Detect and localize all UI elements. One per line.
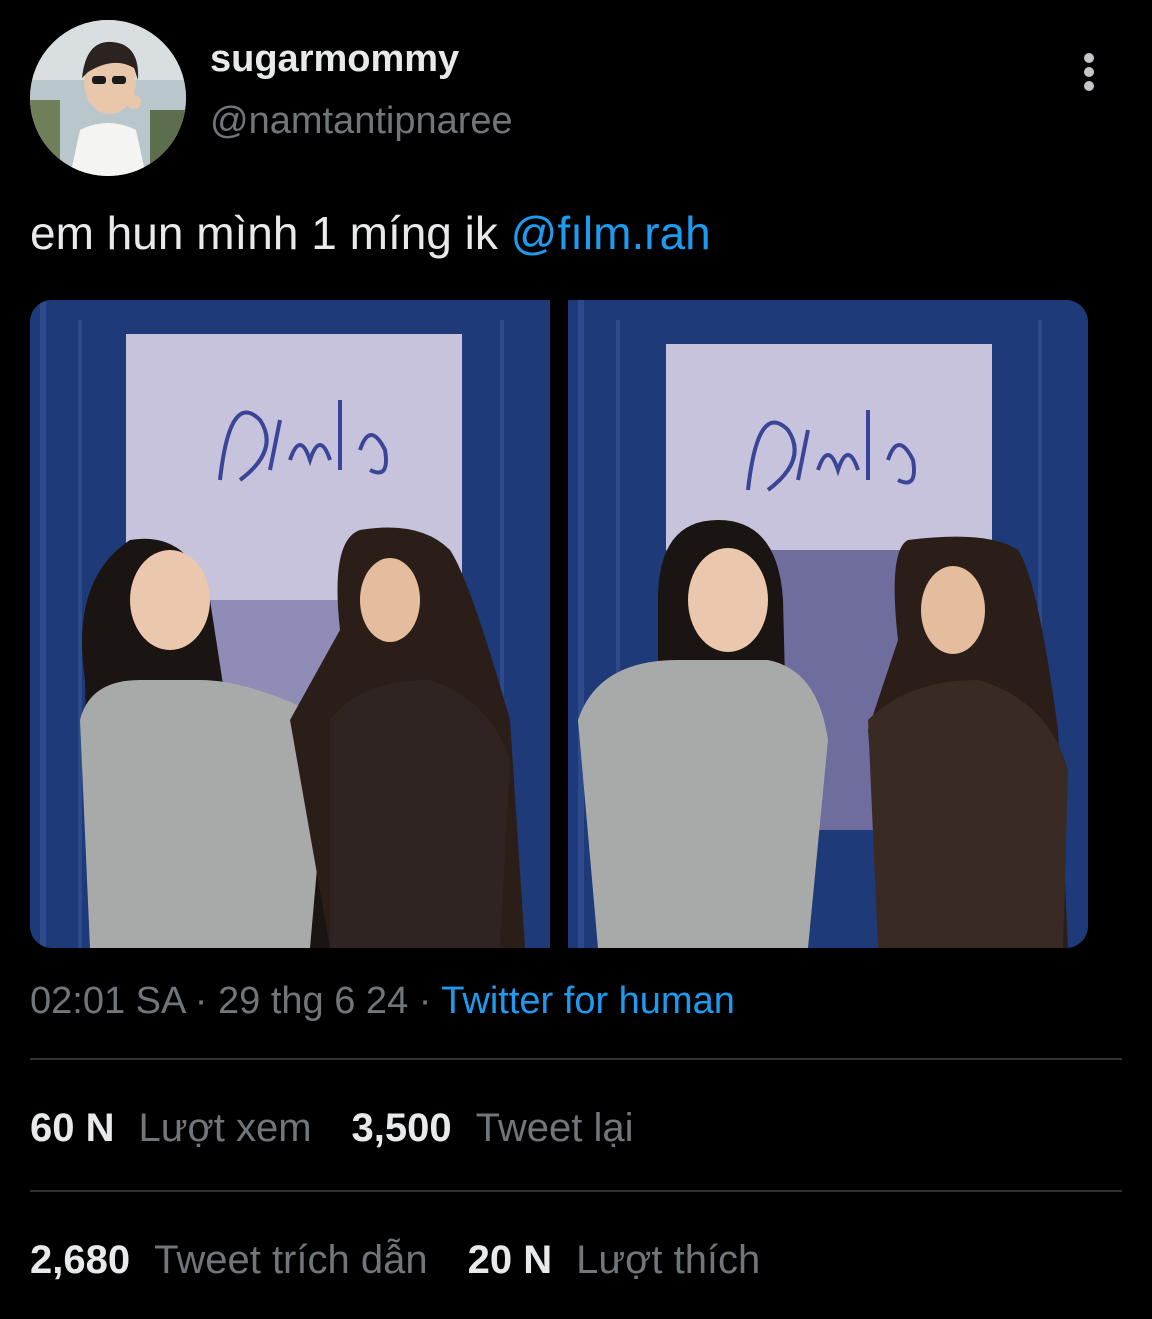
photo-image [568,300,1088,948]
retweets-count: 3,500 [351,1106,452,1150]
tweet-media [30,300,1088,948]
media-photo-1[interactable] [30,300,550,948]
quotes-label: Tweet trích dẫn [154,1238,428,1282]
user-handle[interactable]: @namtantipnaree [210,100,513,143]
retweets-label: Tweet lại [475,1106,634,1150]
stats-row-1: 60 N Lượt xem 3,500 Tweet lại [30,1106,674,1151]
likes-count: 20 N [467,1238,553,1282]
photo-image [30,300,550,948]
divider [30,1058,1122,1060]
display-name[interactable]: sugarmommy [210,38,459,81]
mention-link[interactable]: @fılm.rah [511,207,711,259]
meta-separator: · [408,980,442,1022]
stats-row-2: 2,680 Tweet trích dẫn 20 N Lượt thích [30,1238,800,1283]
tweet-header: sugarmommy @namtantipnaree [0,0,1152,190]
tweet-source-link[interactable]: Twitter for human [441,980,735,1022]
tweet-time: 02:01 SA [30,980,185,1022]
views-stat[interactable]: 60 N Lượt xem [30,1106,312,1151]
divider [30,1190,1122,1192]
tweet-text: em hun mình 1 míng ik @fılm.rah [30,206,711,260]
likes-stat[interactable]: 20 N Lượt thích [468,1238,761,1283]
views-count: 60 N [30,1106,115,1150]
quotes-stat[interactable]: 2,680 Tweet trích dẫn [30,1238,428,1283]
meta-separator: · [184,980,219,1022]
avatar[interactable] [30,20,186,176]
profile-photo-icon [30,20,186,176]
retweets-stat[interactable]: 3,500 Tweet lại [352,1106,634,1151]
likes-label: Lượt thích [576,1238,761,1282]
tweet-body: em hun mình 1 míng ik [30,207,498,259]
more-vertical-icon[interactable] [1068,48,1110,96]
views-label: Lượt xem [138,1106,312,1150]
tweet-date: 29 thg 6 24 [218,980,409,1022]
tweet-meta: 02:01 SA · 29 thg 6 24 · Twitter for hum… [30,980,735,1023]
quotes-count: 2,680 [30,1238,131,1282]
media-photo-2[interactable] [568,300,1088,948]
